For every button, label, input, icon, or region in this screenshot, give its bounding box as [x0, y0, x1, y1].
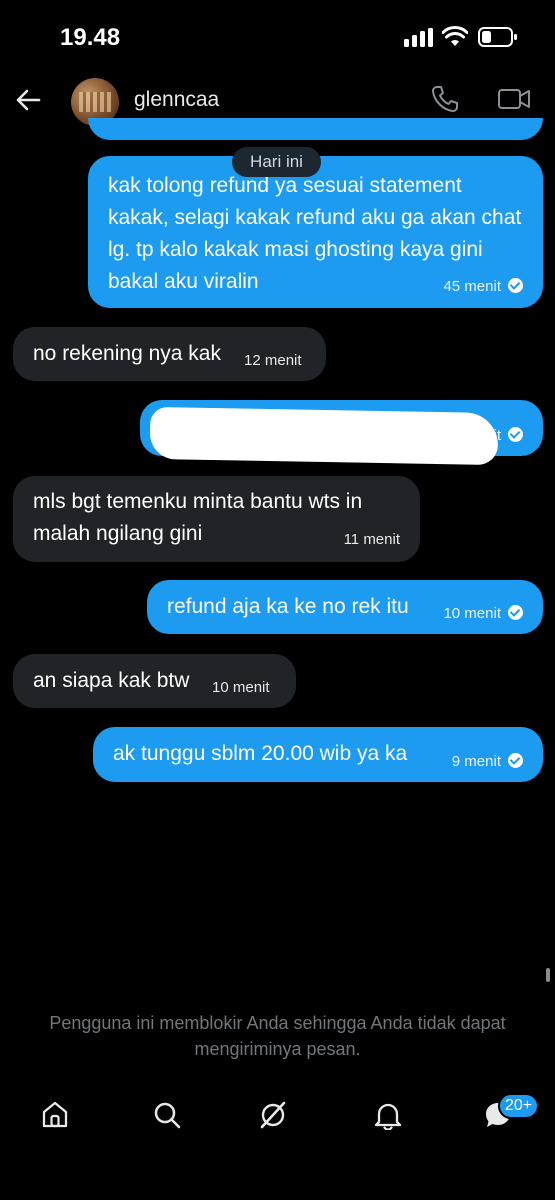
phone-icon[interactable] — [430, 84, 460, 114]
scrollbar[interactable] — [546, 968, 550, 982]
grok-icon[interactable] — [258, 1100, 288, 1130]
message-time: it — [494, 427, 523, 445]
received-message[interactable]: no rekening nya kak 12 menit — [13, 327, 326, 381]
messages-badge: 20+ — [498, 1093, 540, 1119]
message-text: ak tunggu sblm 20.00 wib ya ka — [113, 742, 408, 765]
blocked-notice: Pengguna ini memblokir Anda sehingga And… — [49, 1013, 506, 1059]
read-check-icon — [508, 605, 523, 620]
message-text: an siapa kak btw — [33, 669, 190, 692]
message-time: 10 menit — [443, 605, 523, 623]
bottom-nav — [0, 1080, 555, 1150]
received-message[interactable]: an siapa kak btw 10 menit — [13, 654, 296, 708]
received-message[interactable]: mls bgt temenku minta bantu wts in malah… — [13, 476, 420, 562]
status-time: 19.48 — [60, 24, 121, 51]
back-arrow-icon[interactable] — [14, 86, 42, 114]
message-text: refund aja ka ke no rek itu — [167, 595, 409, 618]
message-time: 11 menit — [343, 531, 400, 548]
battery-icon — [478, 27, 517, 47]
date-separator: Hari ini — [232, 147, 321, 177]
home-icon[interactable] — [40, 1100, 70, 1130]
signal-icon — [404, 28, 433, 47]
message-text: no rekening nya kak — [33, 342, 221, 365]
previous-message-bubble — [88, 118, 543, 140]
message-time: 45 menit — [443, 278, 523, 296]
sent-message[interactable]: kak tolong refund ya sesuai statement ka… — [88, 156, 543, 308]
sent-message[interactable]: ak tunggu sblm 20.00 wib ya ka 9 menit — [93, 727, 543, 782]
status-bar: 19.48 — [0, 0, 555, 70]
username[interactable]: glenncaa — [134, 88, 219, 112]
message-time: 10 menit — [212, 679, 270, 696]
read-check-icon — [508, 753, 523, 768]
sent-message[interactable]: refund aja ka ke no rek itu 10 menit — [147, 580, 543, 634]
message-time: 12 menit — [244, 352, 302, 369]
redaction-mark — [160, 408, 230, 434]
video-call-icon[interactable] — [497, 86, 531, 112]
read-check-icon — [508, 427, 523, 442]
bell-icon[interactable] — [373, 1100, 403, 1130]
message-time: 9 menit — [452, 753, 523, 771]
search-icon[interactable] — [152, 1100, 182, 1130]
read-check-icon — [508, 278, 523, 293]
wifi-icon — [442, 26, 468, 46]
